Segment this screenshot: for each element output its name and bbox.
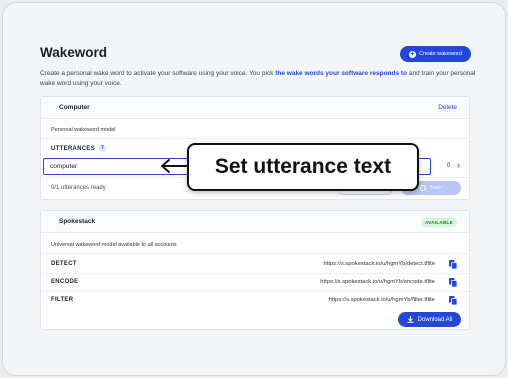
card-header: Spokestack AVAILABLE (41, 211, 469, 233)
universal-wakeword-card: Spokestack AVAILABLE Universal wakeword … (40, 210, 470, 330)
model-row-filter: FILTER https://s.spokestack.io/u/hgmYb/f… (41, 291, 469, 309)
train-label: Train (429, 185, 442, 191)
page-description: Create a personal wake word to activate … (40, 69, 480, 89)
app-window: Wakeword + Create wakeword Create a pers… (2, 2, 506, 376)
card-subtitle: Personal wakeword model (51, 127, 116, 133)
download-all-label: Download All (417, 316, 453, 323)
model-url: https://s.spokestack.io/u/hgmYb/encode.t… (320, 279, 435, 285)
utterances-label: UTTERANCES (51, 145, 96, 152)
card-title: Spokestack (59, 218, 96, 225)
model-row-encode: ENCODE https://s.spokestack.io/u/hgmYb/e… (41, 273, 469, 291)
annotation-callout: Set utterance text (187, 143, 419, 191)
description-text: Create a personal wake word to activate … (40, 70, 276, 77)
card-title: Computer (59, 104, 90, 111)
copy-icon[interactable] (449, 278, 457, 287)
help-icon[interactable]: ? (99, 145, 107, 152)
clock-icon (420, 185, 427, 191)
model-label: DETECT (51, 261, 77, 267)
model-label: FILTER (51, 297, 74, 303)
download-icon (407, 316, 414, 323)
callout-arrow-icon (161, 159, 189, 173)
plus-icon: + (409, 50, 417, 58)
chevron-right-icon[interactable]: › (457, 160, 460, 170)
wake-words-link[interactable]: the wake words your software responds to (275, 70, 407, 77)
copy-icon[interactable] (449, 260, 457, 269)
delete-button[interactable]: Delete (438, 104, 457, 111)
utterance-count: 0 (447, 163, 451, 169)
download-all-button[interactable]: Download All (398, 312, 461, 327)
utterances-heading: UTTERANCES ? (51, 145, 107, 152)
page-title: Wakeword (40, 45, 108, 60)
create-wakeword-button[interactable]: + Create wakeword (400, 46, 471, 62)
status-badge: AVAILABLE (421, 218, 457, 227)
model-url: https://s.spokestack.io/u/hgmYb/filter.t… (328, 297, 435, 303)
create-wakeword-label: Create wakeword (419, 51, 462, 57)
divider (41, 253, 469, 254)
model-label: ENCODE (51, 279, 79, 285)
model-row-detect: DETECT https://s.spokestack.io/u/hgmYb/d… (41, 255, 469, 273)
model-url: https://s.spokestack.io/u/hgmYb/detect.t… (323, 261, 436, 267)
utterance-status: 0/1 utterances ready (51, 185, 106, 191)
card-subtitle: Universal wakeword model available to al… (51, 242, 177, 248)
copy-icon[interactable] (449, 296, 457, 305)
card-header: Computer Delete (41, 97, 469, 119)
divider (41, 138, 469, 139)
